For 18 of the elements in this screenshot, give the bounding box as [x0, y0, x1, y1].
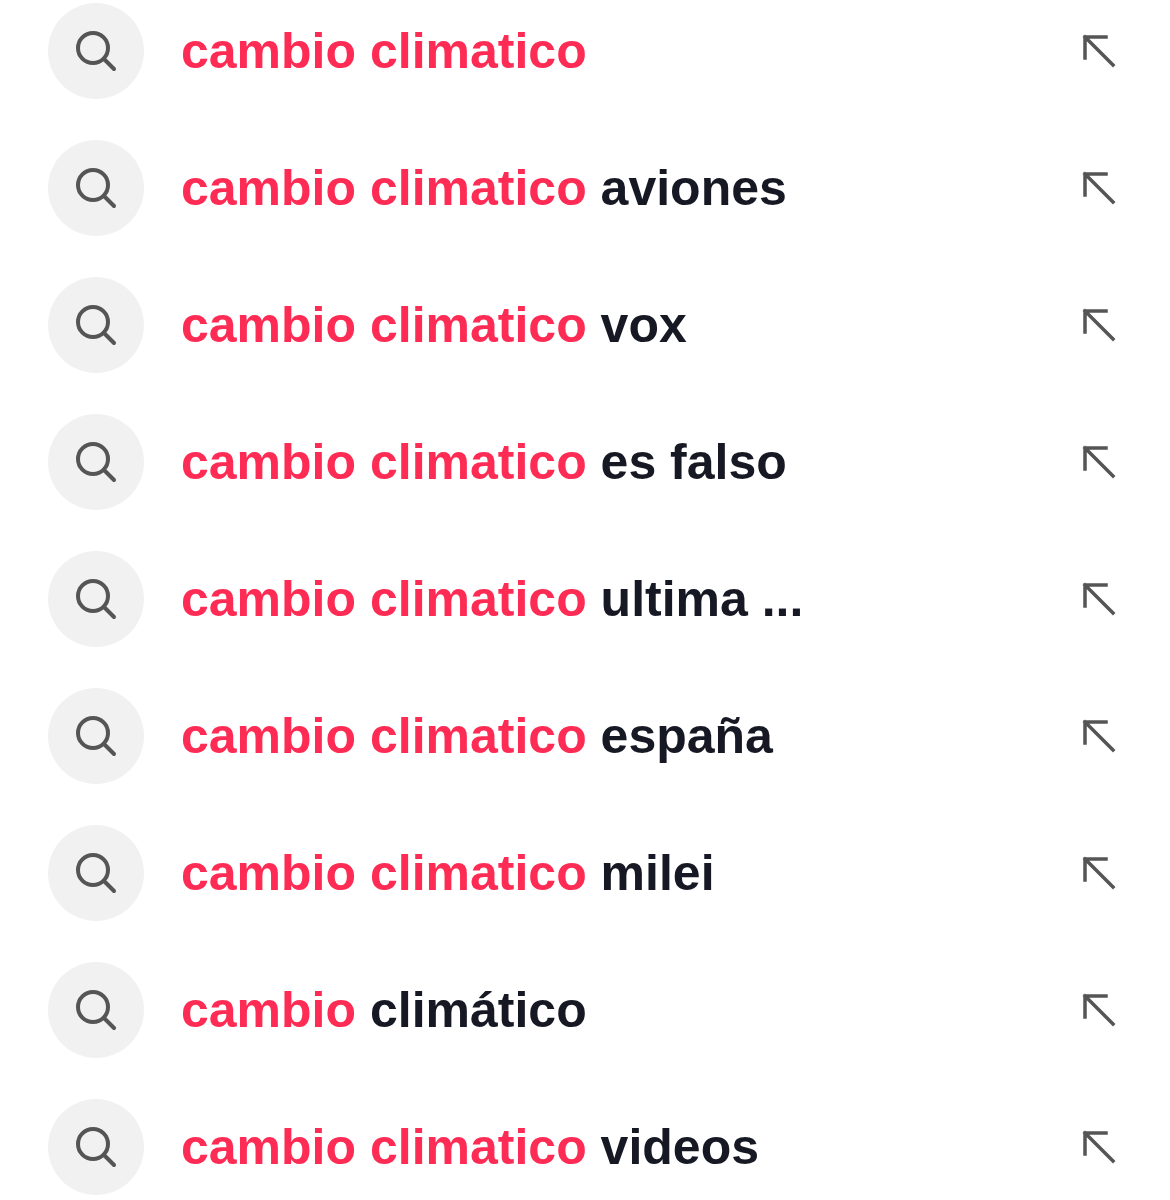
arrow-up-left-icon[interactable]	[1082, 582, 1116, 616]
suggestion-text[interactable]: cambio climatico videos	[181, 1119, 759, 1175]
suggestion-text[interactable]: cambio climatico aviones	[181, 160, 787, 216]
arrow-up-left-icon[interactable]	[1082, 1130, 1116, 1164]
arrow-up-left-icon[interactable]	[1082, 993, 1116, 1027]
arrow-up-left-icon[interactable]	[1082, 719, 1116, 753]
arrow-up-left-icon[interactable]	[1082, 171, 1116, 205]
arrow-up-left-icon[interactable]	[1082, 445, 1116, 479]
arrow-up-left-icon[interactable]	[1082, 34, 1116, 68]
suggestion-text[interactable]: cambio climatico es falso	[181, 434, 787, 490]
suggestion-text[interactable]: cambio climatico ultima ...	[181, 571, 804, 627]
suggestion-text[interactable]: cambio climatico españa	[181, 708, 773, 764]
suggestion-text[interactable]: cambio climático	[181, 982, 587, 1038]
arrow-up-left-icon[interactable]	[1082, 308, 1116, 342]
arrow-up-left-icon[interactable]	[1082, 856, 1116, 890]
suggestion-text[interactable]: cambio climatico vox	[181, 297, 687, 353]
suggestion-text[interactable]: cambio climatico	[181, 23, 587, 79]
suggestion-text[interactable]: cambio climatico milei	[181, 845, 715, 901]
